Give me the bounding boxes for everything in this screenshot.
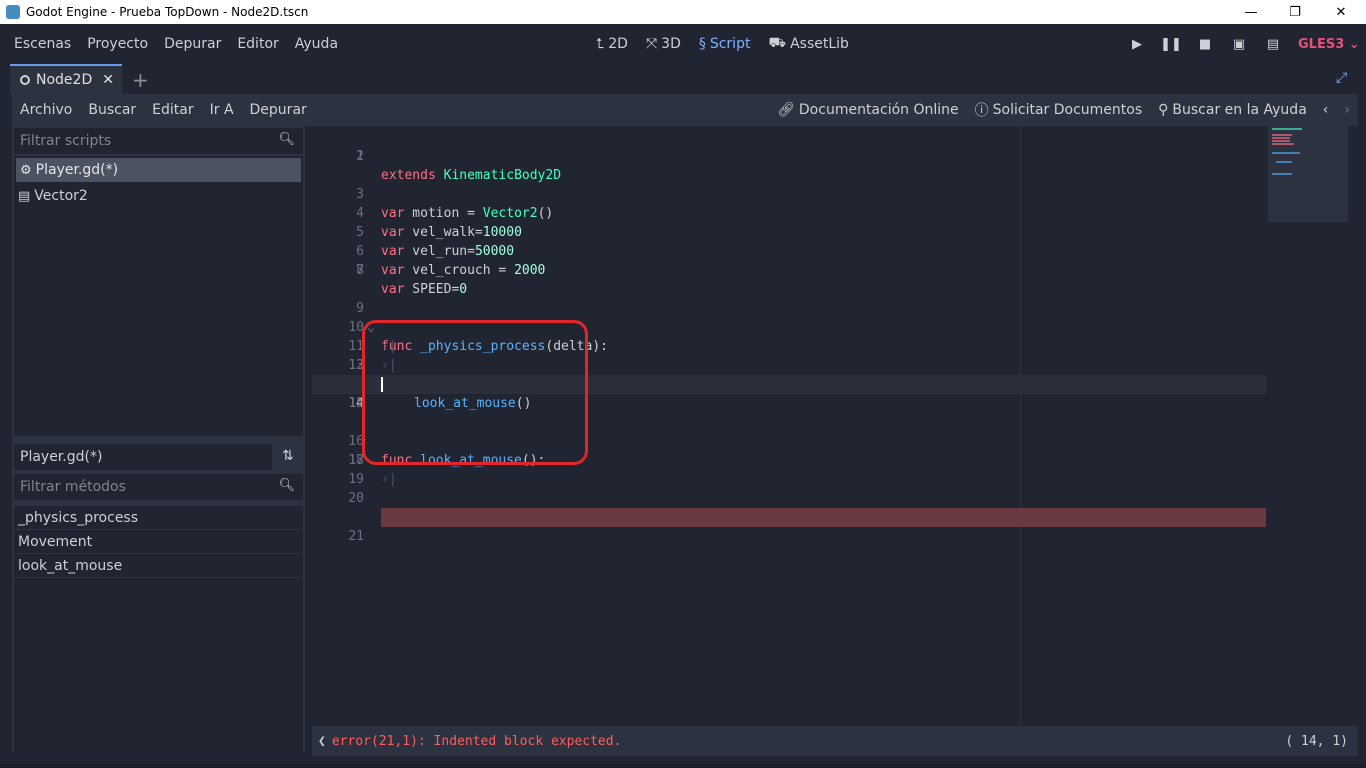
tab-3d[interactable]: ⤧ 3D bbox=[646, 36, 681, 52]
play-controls: ▶ ❚❚ ■ ▣ ▤ GLES3 ⌄ bbox=[1120, 24, 1360, 64]
method-list: _physics_process Movement look_at_mouse bbox=[14, 506, 303, 752]
error-line-highlight bbox=[381, 508, 1266, 527]
next-script-icon[interactable]: › bbox=[1344, 102, 1350, 118]
online-docs-link[interactable]: 🔗︎ Documentación Online bbox=[777, 102, 959, 118]
search-icon: 🔍︎ bbox=[278, 478, 295, 493]
pause-icon[interactable]: ❚❚ bbox=[1154, 24, 1188, 64]
method-item[interactable]: _physics_process bbox=[14, 506, 303, 530]
menu-escenas[interactable]: Escenas bbox=[6, 36, 79, 52]
script-toolbar: Archivo Buscar Editar Ir A Depurar 🔗︎ Doc… bbox=[12, 94, 1358, 126]
error-message[interactable]: error(21,1): Indented block expected. bbox=[332, 734, 622, 749]
sort-icon[interactable]: ⇅ bbox=[282, 448, 294, 464]
search-help-link[interactable]: ⚲ Buscar en la Ayuda bbox=[1158, 102, 1307, 118]
search-icon: 🔍︎ bbox=[278, 132, 295, 147]
menu-editor[interactable]: Editor bbox=[229, 36, 286, 52]
method-item[interactable]: Movement bbox=[14, 530, 303, 554]
scene-tab-node2d[interactable]: Node2D ✕ bbox=[10, 64, 122, 94]
link-icon: 🔗︎ bbox=[777, 102, 795, 118]
filter-methods-input[interactable]: Filtrar métodos 🔍︎ bbox=[14, 474, 303, 500]
code-line-4: 4 var vel_walk=10000 bbox=[356, 206, 522, 240]
script-item-player[interactable]: ⚙ Player.gd(*) bbox=[16, 158, 301, 182]
code-line-3: 3 var motion = Vector2() bbox=[356, 187, 554, 221]
play-scene-icon[interactable]: ▣ bbox=[1222, 24, 1256, 64]
gear-icon: ⚙ bbox=[20, 162, 32, 178]
doc-icon: ▤ bbox=[18, 188, 31, 204]
close-tab-icon[interactable]: ✕ bbox=[102, 72, 114, 88]
menu-depurar[interactable]: Depurar bbox=[156, 36, 229, 52]
code-line-2: 2 bbox=[356, 149, 364, 164]
godot-logo-icon bbox=[6, 5, 20, 19]
code-line-5: 5 var vel_run=50000 bbox=[356, 225, 515, 259]
renderer-select[interactable]: GLES3 ⌄ bbox=[1298, 37, 1360, 52]
maximize-button[interactable]: ❐ bbox=[1272, 0, 1318, 24]
window-titlebar: Godot Engine - Prueba TopDown - Node2D.t… bbox=[0, 0, 1366, 24]
minimize-button[interactable]: — bbox=[1228, 0, 1274, 24]
play-icon[interactable]: ▶ bbox=[1120, 24, 1154, 64]
menu-depurar-script[interactable]: Depurar bbox=[242, 102, 315, 118]
scene-tabbar: Node2D ✕ + ⤢ bbox=[0, 64, 1366, 94]
add-tab-icon[interactable]: + bbox=[132, 68, 149, 92]
tab-assetlib[interactable]: ⛟ AssetLib bbox=[768, 35, 848, 53]
window-title: Godot Engine - Prueba TopDown - Node2D.t… bbox=[26, 5, 309, 19]
workspace-tabs: ⮤ 2D ⤧ 3D § Script ⛟ AssetLib bbox=[596, 24, 867, 64]
scene-circle-icon bbox=[20, 75, 30, 85]
tab-2d[interactable]: ⮤ 2D bbox=[596, 36, 628, 52]
request-docs-link[interactable]: ⓘ Solicitar Documentos bbox=[975, 100, 1142, 120]
code-line-21-error: 21 bbox=[312, 508, 1266, 544]
prev-script-icon[interactable]: ‹ bbox=[1323, 102, 1329, 118]
toggle-panel-icon[interactable]: ❮ bbox=[318, 734, 326, 749]
script-icon: § bbox=[698, 36, 706, 52]
highlight-annotation bbox=[362, 320, 588, 465]
distraction-free-icon[interactable]: ⤢ bbox=[1336, 70, 1347, 86]
code-line-1: 1 extends KinematicBody2D bbox=[356, 149, 562, 183]
minimap[interactable] bbox=[1268, 126, 1348, 222]
current-script-name: Player.gd(*) bbox=[14, 444, 272, 470]
stop-icon[interactable]: ■ bbox=[1188, 24, 1222, 64]
close-button[interactable]: ✕ bbox=[1318, 0, 1364, 24]
menu-buscar[interactable]: Buscar bbox=[80, 102, 144, 118]
menu-proyecto[interactable]: Proyecto bbox=[79, 36, 156, 52]
assetlib-icon: ⛟ bbox=[768, 35, 787, 51]
tab-script[interactable]: § Script bbox=[699, 36, 751, 52]
status-bar: ❮ error(21,1): Indented block expected. … bbox=[312, 726, 1358, 756]
menu-editar[interactable]: Editar bbox=[144, 102, 201, 118]
code-line-9: 9 ⌄ func _physics_process(delta): bbox=[356, 301, 608, 354]
code-line-6: 6 var vel_crouch = 2000 bbox=[356, 244, 546, 278]
code-line-8: 8 bbox=[356, 263, 364, 278]
method-item[interactable]: look_at_mouse bbox=[14, 554, 303, 578]
help-links: 🔗︎ Documentación Online ⓘ Solicitar Docume… bbox=[777, 94, 1358, 126]
script-item-vector2[interactable]: ▤ Vector2 bbox=[14, 184, 303, 208]
menu-archivo[interactable]: Archivo bbox=[12, 102, 80, 118]
code-line-19: 19 bbox=[348, 472, 364, 487]
script-list: ⚙ Player.gd(*) ▤ Vector2 bbox=[14, 156, 303, 436]
cursor-position: ( 14, 1) bbox=[1285, 733, 1348, 749]
filter-scripts-input[interactable]: Filtrar scripts 🔍︎ bbox=[14, 128, 303, 154]
search-help-icon: ⚲ bbox=[1158, 102, 1169, 118]
play-custom-scene-icon[interactable]: ▤ bbox=[1256, 24, 1290, 64]
2d-icon: ⮤ bbox=[596, 36, 605, 52]
code-line-20: 20 bbox=[348, 491, 364, 506]
code-line-7: 7 var SPEED=0 bbox=[356, 263, 468, 297]
menu-ayuda[interactable]: Ayuda bbox=[287, 36, 346, 52]
question-icon: ⓘ bbox=[974, 103, 989, 119]
3d-icon: ⤧ bbox=[645, 36, 658, 52]
chevron-down-icon: ⌄ bbox=[1348, 36, 1360, 52]
taskbar-edge bbox=[0, 764, 1366, 768]
menu-ir-a[interactable]: Ir A bbox=[202, 102, 242, 118]
code-line-10: 10 ›| bbox=[348, 320, 397, 354]
